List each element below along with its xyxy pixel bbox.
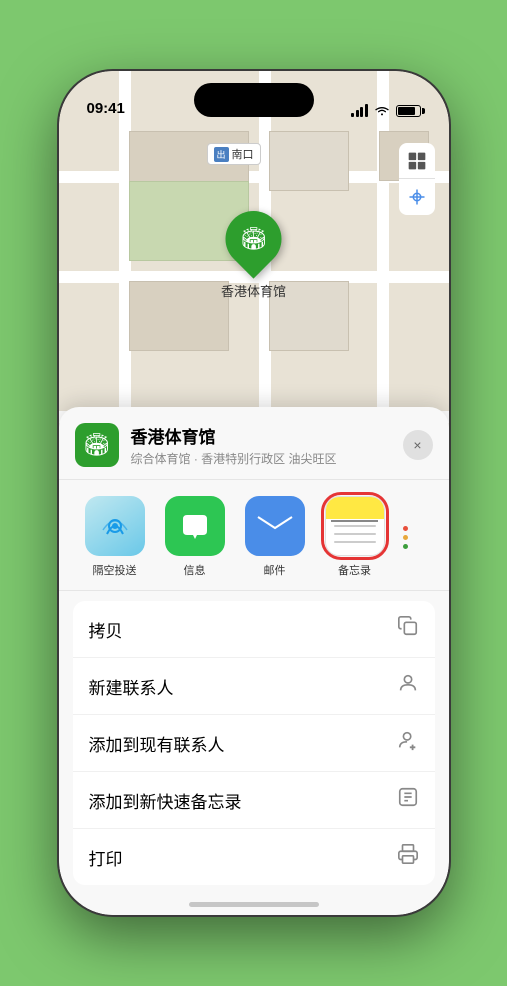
map-label-exit-icon: 出 (214, 147, 229, 162)
share-message[interactable]: 信息 (155, 496, 235, 578)
mail-icon (245, 496, 305, 556)
new-contact-icon (397, 672, 419, 700)
mail-label: 邮件 (264, 562, 286, 578)
location-pin: 🏟 香港体育馆 (221, 211, 286, 300)
map-label-text: 南口 (232, 146, 254, 162)
action-print[interactable]: 打印 (73, 828, 435, 885)
venue-desc: 综合体育馆 · 香港特别行政区 油尖旺区 (131, 450, 403, 467)
action-print-label: 打印 (89, 845, 123, 870)
airdrop-label: 隔空投送 (93, 562, 137, 578)
share-row: 隔空投送 信息 (59, 480, 449, 591)
airdrop-icon (85, 496, 145, 556)
phone-screen: 09:41 (59, 71, 449, 915)
status-time: 09:41 (87, 100, 125, 117)
location-button[interactable] (399, 179, 435, 215)
map-label: 出 南口 (207, 143, 261, 165)
venue-icon: 🏟 (75, 423, 119, 467)
signal-bars-icon (351, 104, 368, 117)
action-quick-note-label: 添加到新快速备忘录 (89, 788, 242, 813)
share-mail[interactable]: 邮件 (235, 496, 315, 578)
print-icon (397, 843, 419, 871)
action-add-existing[interactable]: 添加到现有联系人 (73, 714, 435, 771)
dynamic-island (194, 83, 314, 117)
share-airdrop[interactable]: 隔空投送 (75, 496, 155, 578)
add-existing-icon (397, 729, 419, 757)
map-view-button[interactable] (399, 143, 435, 179)
status-icons (351, 104, 421, 117)
close-button[interactable]: × (403, 430, 433, 460)
battery-icon (396, 105, 421, 117)
quick-note-icon (397, 786, 419, 814)
venue-name: 香港体育馆 (131, 423, 403, 448)
notes-label: 备忘录 (338, 562, 371, 578)
share-notes[interactable]: 备忘录 (315, 496, 395, 578)
more-indicator[interactable] (395, 496, 416, 578)
message-icon (165, 496, 225, 556)
more-dots (403, 526, 408, 549)
action-add-existing-label: 添加到现有联系人 (89, 731, 225, 756)
action-list: 拷贝 新建联系人 (73, 601, 435, 885)
action-new-contact[interactable]: 新建联系人 (73, 657, 435, 714)
pin-icon: 🏟 (214, 199, 293, 278)
copy-icon (397, 615, 419, 643)
action-copy[interactable]: 拷贝 (73, 601, 435, 657)
map-controls[interactable] (399, 143, 435, 215)
venue-header: 🏟 香港体育馆 综合体育馆 · 香港特别行政区 油尖旺区 × (59, 407, 449, 480)
action-new-contact-label: 新建联系人 (89, 674, 174, 699)
wifi-icon (374, 105, 390, 117)
phone-frame: 09:41 (59, 71, 449, 915)
pin-label: 香港体育馆 (221, 281, 286, 300)
message-label: 信息 (184, 562, 206, 578)
home-indicator (189, 902, 319, 907)
action-quick-note[interactable]: 添加到新快速备忘录 (73, 771, 435, 828)
notes-icon (325, 496, 385, 556)
bottom-sheet: 🏟 香港体育馆 综合体育馆 · 香港特别行政区 油尖旺区 × (59, 407, 449, 915)
venue-info: 香港体育馆 综合体育馆 · 香港特别行政区 油尖旺区 (131, 423, 403, 467)
action-copy-label: 拷贝 (89, 617, 123, 642)
